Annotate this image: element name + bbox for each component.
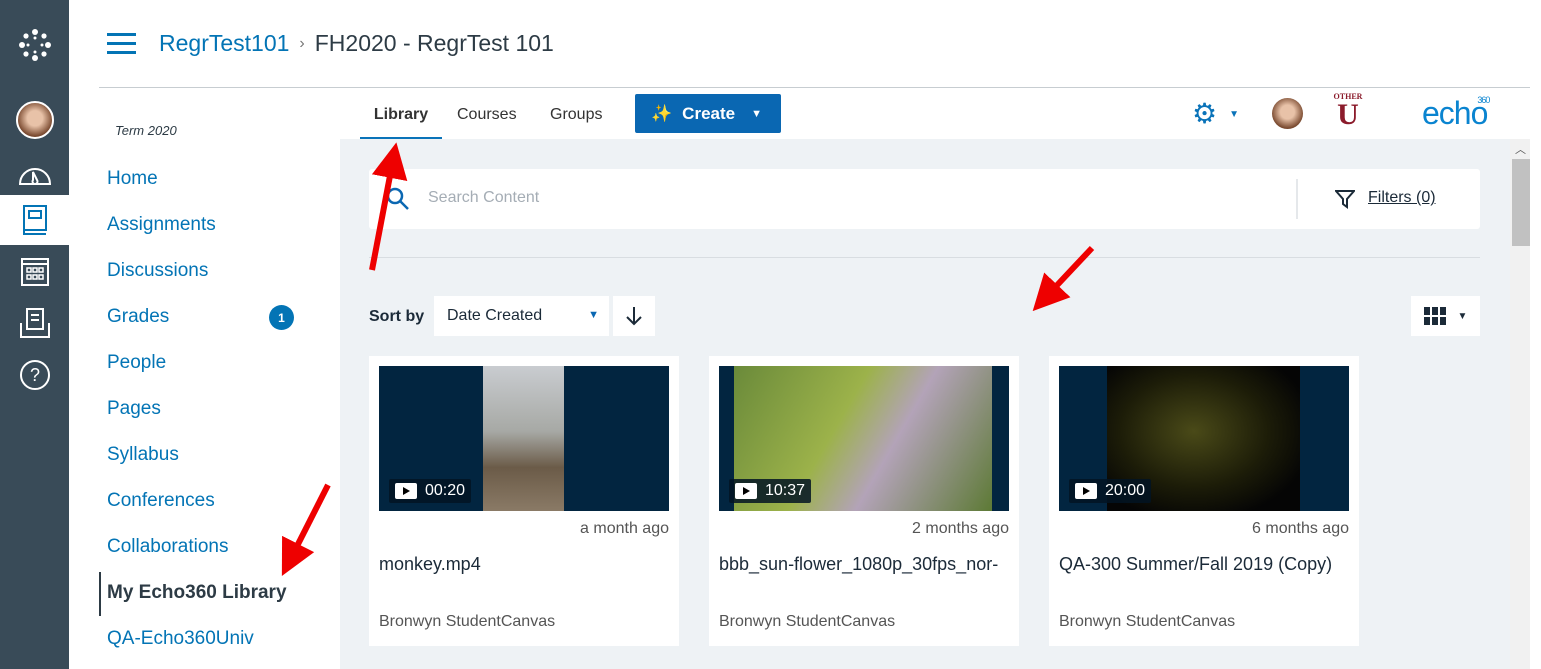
course-nav-discussions[interactable]: Discussions — [107, 260, 208, 282]
inbox-icon[interactable] — [0, 298, 69, 348]
gear-icon: ⚙ — [1192, 98, 1218, 129]
breadcrumb-current: FH2020 - RegrTest 101 — [314, 30, 554, 56]
caret-down-icon: ▼ — [1457, 310, 1468, 322]
filters-link[interactable]: Filters (0) — [1368, 189, 1436, 207]
sort-label: Sort by — [369, 308, 425, 325]
help-icon[interactable]: ? — [0, 350, 69, 400]
caret-down-icon: ▼ — [751, 107, 762, 120]
create-label: Create — [682, 103, 736, 123]
scrollbar[interactable]: ︿ — [1510, 139, 1530, 669]
sort-direction-button[interactable] — [613, 296, 655, 336]
calendar-icon[interactable] — [0, 246, 69, 296]
divider — [1296, 179, 1298, 219]
duration: 00:20 — [425, 482, 466, 499]
tab-groups[interactable]: Groups — [550, 89, 602, 139]
card-title[interactable]: monkey.mp4 — [379, 550, 669, 578]
user-avatar[interactable] — [1272, 98, 1303, 129]
thumbnail[interactable]: 00:20 — [379, 366, 669, 511]
header: RegrTest101 › FH2020 - RegrTest 101 — [99, 0, 1530, 88]
svg-text:?: ? — [29, 365, 39, 385]
echo360-frame: Library Courses Groups ✨ Create ▼ ⚙ ▼ OT… — [340, 89, 1530, 669]
card-title[interactable]: bbb_sun-flower_1080p_30fps_nor- — [719, 550, 1009, 578]
sort-select[interactable]: Date Created ▼ — [434, 296, 609, 336]
course-nav-qa-echo360univ[interactable]: QA-Echo360Univ — [107, 628, 254, 650]
search-bar: Search Content Filters (0) — [369, 169, 1480, 229]
media-card[interactable]: 10:37 2 months ago bbb_sun-flower_1080p_… — [709, 356, 1019, 646]
grid-icon — [1423, 307, 1446, 325]
echo-logo-sup: 360 — [1477, 95, 1490, 105]
thumbnail[interactable]: 10:37 — [719, 366, 1009, 511]
filter-icon[interactable] — [1335, 189, 1355, 209]
grades-badge: 1 — [269, 305, 294, 330]
dashboard-icon[interactable] — [0, 148, 69, 198]
term-label: Term 2020 — [115, 123, 177, 138]
thumbnail[interactable]: 20:00 — [1059, 366, 1349, 511]
card-title[interactable]: QA-300 Summer/Fall 2019 (Copy) — [1059, 550, 1349, 578]
card-author: Bronwyn StudentCanvas — [1059, 613, 1236, 630]
tab-courses[interactable]: Courses — [457, 89, 517, 139]
settings-button[interactable]: ⚙ ▼ — [1192, 98, 1240, 129]
media-card[interactable]: 20:00 6 months ago QA-300 Summer/Fall 20… — [1049, 356, 1359, 646]
arrow-down-icon — [626, 307, 642, 326]
divider — [369, 257, 1480, 258]
play-icon — [1075, 483, 1097, 499]
course-nav-home[interactable]: Home — [107, 168, 158, 190]
create-button[interactable]: ✨ Create ▼ — [635, 94, 781, 133]
course-nav-people[interactable]: People — [107, 352, 166, 374]
breadcrumb-separator: › — [299, 34, 305, 52]
canvas-logo-icon[interactable] — [0, 20, 69, 70]
breadcrumb-course-link[interactable]: RegrTest101 — [159, 30, 289, 57]
duration-badge: 00:20 — [389, 479, 472, 503]
card-date: 2 months ago — [912, 520, 1009, 537]
scrollbar-thumb[interactable] — [1512, 159, 1530, 246]
echo360-logo: echo 360 — [1422, 95, 1490, 132]
duration: 20:00 — [1105, 482, 1146, 499]
course-nav-my-echo360-library[interactable]: My Echo360 Library — [99, 572, 287, 616]
search-icon — [386, 187, 409, 210]
media-card[interactable]: 00:20 a month ago monkey.mp4 Bronwyn Stu… — [369, 356, 679, 646]
hamburger-menu-icon[interactable] — [107, 33, 136, 55]
courses-icon[interactable] — [0, 195, 69, 245]
caret-down-icon: ▼ — [1229, 108, 1240, 120]
course-nav: Term 2020 Home Assignments Discussions G… — [99, 89, 340, 669]
search-input[interactable]: Search Content — [428, 189, 539, 207]
sort-value: Date Created — [447, 307, 543, 324]
duration-badge: 10:37 — [729, 479, 812, 503]
course-nav-assignments[interactable]: Assignments — [107, 214, 216, 236]
global-nav: ? — [0, 0, 69, 669]
scroll-up-icon[interactable]: ︿ — [1515, 141, 1526, 157]
avatar[interactable] — [0, 95, 69, 145]
course-nav-pages[interactable]: Pages — [107, 398, 161, 420]
duration: 10:37 — [765, 482, 806, 499]
view-toggle-button[interactable]: ▼ — [1411, 296, 1480, 336]
course-nav-syllabus[interactable]: Syllabus — [107, 444, 179, 466]
card-author: Bronwyn StudentCanvas — [379, 613, 556, 630]
course-nav-collaborations[interactable]: Collaborations — [107, 536, 228, 558]
play-icon — [395, 483, 417, 499]
course-nav-conferences[interactable]: Conferences — [107, 490, 215, 512]
course-nav-grades[interactable]: Grades — [107, 306, 169, 328]
magic-wand-icon: ✨ — [651, 103, 673, 123]
breadcrumb: RegrTest101 › FH2020 - RegrTest 101 — [159, 30, 554, 57]
play-icon — [735, 483, 757, 499]
card-author: Bronwyn StudentCanvas — [719, 613, 896, 630]
echo-topbar: Library Courses Groups ✨ Create ▼ ⚙ ▼ OT… — [340, 89, 1530, 139]
card-date: a month ago — [580, 520, 669, 537]
card-date: 6 months ago — [1252, 520, 1349, 537]
tab-library[interactable]: Library — [360, 89, 442, 139]
duration-badge: 20:00 — [1069, 479, 1152, 503]
institution-logo: OTHER U — [1333, 92, 1363, 131]
caret-down-icon: ▼ — [588, 309, 599, 321]
